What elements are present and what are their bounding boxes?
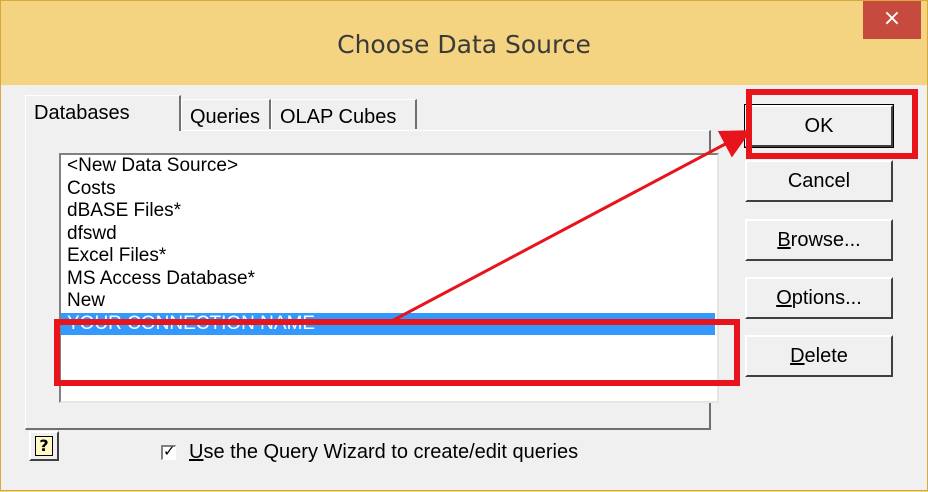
annotation-arrow xyxy=(387,130,752,325)
tab-databases[interactable]: Databases xyxy=(25,95,181,131)
tab-label: Databases xyxy=(34,102,130,124)
choose-data-source-dialog: Choose Data Source × Databases Queries O… xyxy=(0,0,928,491)
